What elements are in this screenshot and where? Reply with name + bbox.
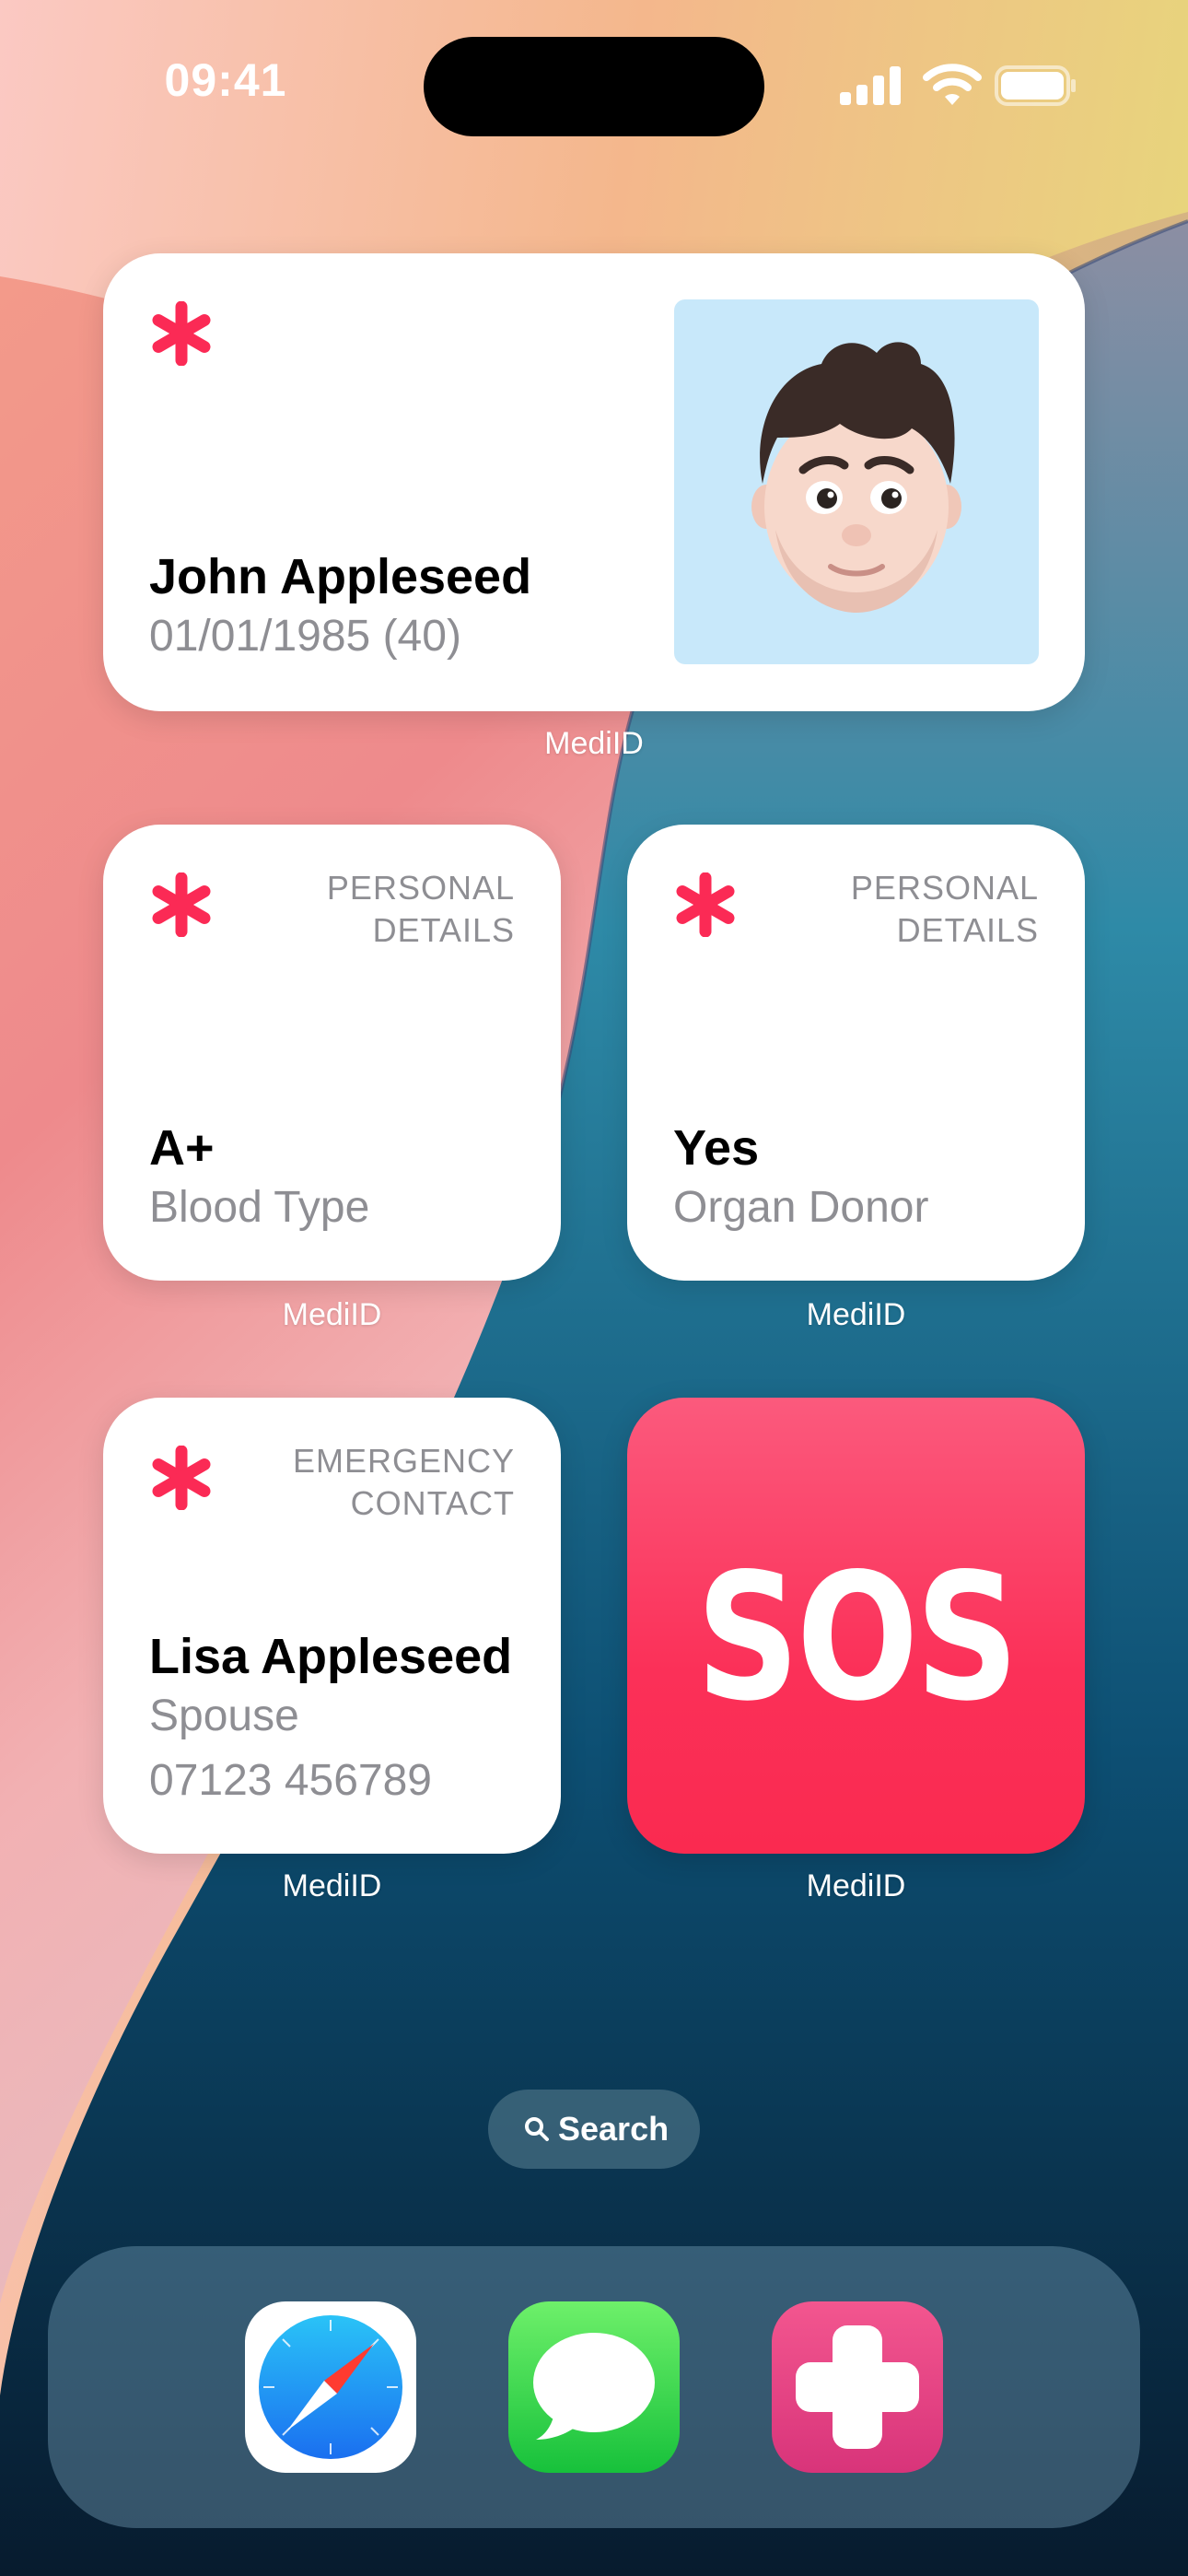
profile-widget-app-label: MediID: [544, 726, 644, 761]
dock: [48, 2246, 1140, 2528]
spotlight-search-button[interactable]: Search: [488, 2090, 700, 2169]
sos-label: SOS: [695, 1536, 1019, 1739]
blood-type-widget[interactable]: PERSONAL DETAILS A+ Blood Type: [103, 825, 561, 1281]
wifi-icon: [923, 64, 982, 105]
blood-type-widget-app-label: MediID: [282, 1297, 382, 1332]
emergency-contact-relationship: Spouse: [149, 1692, 299, 1740]
dynamic-island: [424, 37, 764, 136]
organ-donor-category: PERSONAL DETAILS: [850, 869, 1039, 949]
profile-dob: 01/01/1985 (40): [149, 612, 461, 661]
profile-widget[interactable]: John Appleseed 01/01/1985 (40): [103, 253, 1085, 711]
blood-type-category: PERSONAL DETAILS: [326, 869, 515, 949]
status-time: 09:41: [164, 54, 287, 106]
emergency-contact-category: EMERGENCY CONTACT: [292, 1442, 515, 1522]
medical-asterisk-icon: [152, 301, 211, 366]
search-icon: [525, 2117, 549, 2141]
emergency-contact-widget[interactable]: EMERGENCY CONTACT Lisa Appleseed Spouse …: [103, 1398, 561, 1854]
safari-icon: [259, 2315, 402, 2459]
emergency-contact-name: Lisa Appleseed: [149, 1629, 513, 1684]
organ-donor-widget-app-label: MediID: [806, 1297, 906, 1332]
memoji-avatar-icon: [751, 342, 961, 613]
organ-donor-caption: Organ Donor: [673, 1183, 929, 1232]
organ-donor-value: Yes: [673, 1120, 760, 1176]
sos-widget-app-label: MediID: [806, 1868, 906, 1903]
organ-donor-widget[interactable]: PERSONAL DETAILS Yes Organ Donor: [627, 825, 1085, 1281]
blood-type-value: A+: [149, 1120, 215, 1176]
mediid-cross-icon: [796, 2325, 919, 2449]
medical-asterisk-icon: [152, 872, 211, 937]
dock-app-safari[interactable]: [245, 2301, 416, 2473]
blood-type-caption: Blood Type: [149, 1183, 370, 1232]
status-icons: [838, 63, 1077, 109]
battery-icon: [995, 65, 1076, 106]
search-label: Search: [558, 2110, 670, 2148]
medical-asterisk-icon: [152, 1446, 211, 1510]
messages-icon: [533, 2333, 655, 2440]
emergency-contact-widget-app-label: MediID: [282, 1868, 382, 1903]
dock-app-mediid[interactable]: [772, 2301, 943, 2473]
medical-asterisk-icon: [676, 872, 735, 937]
profile-avatar: [674, 299, 1039, 664]
home-screen: 09:41 John Appleseed 01/01/1985 (40) Med…: [0, 0, 1188, 2576]
emergency-contact-phone: 07123 456789: [149, 1756, 432, 1805]
sos-widget[interactable]: SOS: [627, 1398, 1085, 1854]
profile-name: John Appleseed: [149, 549, 532, 604]
dock-app-messages[interactable]: [508, 2301, 680, 2473]
cellular-signal-icon: [840, 66, 901, 105]
